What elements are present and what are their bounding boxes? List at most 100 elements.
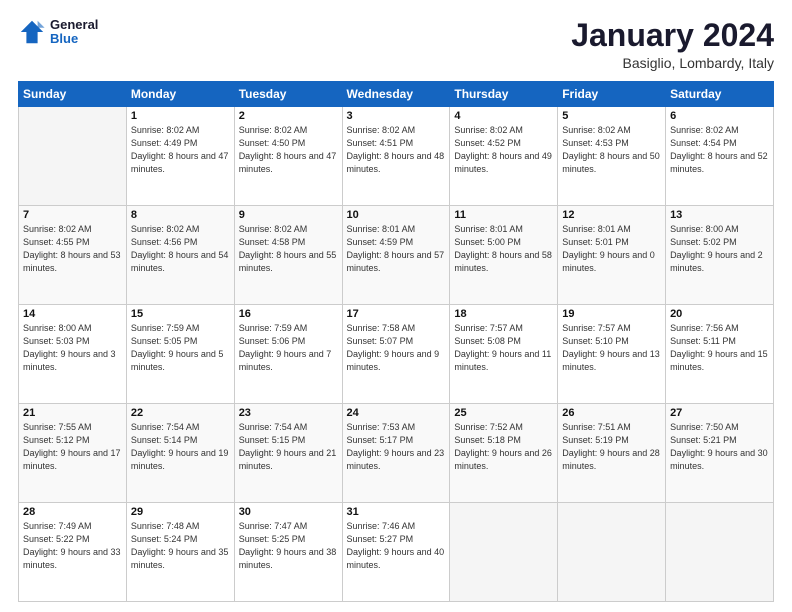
sunset-text: Sunset: 5:03 PM [23, 336, 90, 346]
sunrise-text: Sunrise: 7:58 AM [347, 323, 416, 333]
cell-info: Sunrise: 7:53 AM Sunset: 5:17 PM Dayligh… [347, 421, 446, 473]
cell-info: Sunrise: 8:02 AM Sunset: 4:53 PM Dayligh… [562, 124, 661, 176]
table-row [450, 503, 558, 602]
day-number: 31 [347, 506, 446, 518]
table-row: 3 Sunrise: 8:02 AM Sunset: 4:51 PM Dayli… [342, 107, 450, 206]
sunset-text: Sunset: 5:12 PM [23, 435, 90, 445]
sunrise-text: Sunrise: 7:53 AM [347, 422, 416, 432]
sunrise-text: Sunrise: 7:52 AM [454, 422, 523, 432]
sunset-text: Sunset: 5:27 PM [347, 534, 414, 544]
sunrise-text: Sunrise: 8:02 AM [239, 224, 308, 234]
table-row: 6 Sunrise: 8:02 AM Sunset: 4:54 PM Dayli… [666, 107, 774, 206]
daylight-text: Daylight: 9 hours and 9 minutes. [347, 349, 440, 372]
day-number: 6 [670, 110, 769, 122]
daylight-text: Daylight: 9 hours and 0 minutes. [562, 250, 655, 273]
sunrise-text: Sunrise: 7:49 AM [23, 521, 92, 531]
table-row: 20 Sunrise: 7:56 AM Sunset: 5:11 PM Dayl… [666, 305, 774, 404]
table-row: 17 Sunrise: 7:58 AM Sunset: 5:07 PM Dayl… [342, 305, 450, 404]
table-row: 27 Sunrise: 7:50 AM Sunset: 5:21 PM Dayl… [666, 404, 774, 503]
table-row: 9 Sunrise: 8:02 AM Sunset: 4:58 PM Dayli… [234, 206, 342, 305]
table-row [19, 107, 127, 206]
day-number: 4 [454, 110, 553, 122]
daylight-text: Daylight: 8 hours and 58 minutes. [454, 250, 552, 273]
cell-info: Sunrise: 8:00 AM Sunset: 5:03 PM Dayligh… [23, 322, 122, 374]
sunrise-text: Sunrise: 8:00 AM [670, 224, 739, 234]
sunset-text: Sunset: 4:49 PM [131, 138, 198, 148]
table-row: 13 Sunrise: 8:00 AM Sunset: 5:02 PM Dayl… [666, 206, 774, 305]
day-number: 15 [131, 308, 230, 320]
daylight-text: Daylight: 8 hours and 47 minutes. [131, 151, 229, 174]
sunrise-text: Sunrise: 7:57 AM [454, 323, 523, 333]
cell-info: Sunrise: 8:01 AM Sunset: 4:59 PM Dayligh… [347, 223, 446, 275]
day-number: 3 [347, 110, 446, 122]
daylight-text: Daylight: 9 hours and 11 minutes. [454, 349, 551, 372]
cell-info: Sunrise: 7:55 AM Sunset: 5:12 PM Dayligh… [23, 421, 122, 473]
day-number: 13 [670, 209, 769, 221]
day-number: 2 [239, 110, 338, 122]
sunset-text: Sunset: 5:02 PM [670, 237, 737, 247]
daylight-text: Daylight: 8 hours and 54 minutes. [131, 250, 229, 273]
table-row: 4 Sunrise: 8:02 AM Sunset: 4:52 PM Dayli… [450, 107, 558, 206]
week-row-2: 7 Sunrise: 8:02 AM Sunset: 4:55 PM Dayli… [19, 206, 774, 305]
day-number: 12 [562, 209, 661, 221]
sunrise-text: Sunrise: 8:01 AM [347, 224, 416, 234]
daylight-text: Daylight: 9 hours and 21 minutes. [239, 448, 337, 471]
sunset-text: Sunset: 4:53 PM [562, 138, 629, 148]
cell-info: Sunrise: 7:47 AM Sunset: 5:25 PM Dayligh… [239, 520, 338, 572]
col-saturday: Saturday [666, 82, 774, 107]
week-row-5: 28 Sunrise: 7:49 AM Sunset: 5:22 PM Dayl… [19, 503, 774, 602]
logo-general: General [50, 18, 98, 32]
table-row: 22 Sunrise: 7:54 AM Sunset: 5:14 PM Dayl… [126, 404, 234, 503]
cell-info: Sunrise: 7:46 AM Sunset: 5:27 PM Dayligh… [347, 520, 446, 572]
sunset-text: Sunset: 4:51 PM [347, 138, 414, 148]
daylight-text: Daylight: 8 hours and 48 minutes. [347, 151, 445, 174]
day-number: 23 [239, 407, 338, 419]
sunset-text: Sunset: 5:05 PM [131, 336, 198, 346]
cell-info: Sunrise: 8:02 AM Sunset: 4:58 PM Dayligh… [239, 223, 338, 275]
cell-info: Sunrise: 7:50 AM Sunset: 5:21 PM Dayligh… [670, 421, 769, 473]
day-number: 19 [562, 308, 661, 320]
sunset-text: Sunset: 5:00 PM [454, 237, 521, 247]
day-number: 11 [454, 209, 553, 221]
sunset-text: Sunset: 5:15 PM [239, 435, 306, 445]
col-friday: Friday [558, 82, 666, 107]
table-row [666, 503, 774, 602]
daylight-text: Daylight: 9 hours and 28 minutes. [562, 448, 660, 471]
sunset-text: Sunset: 5:08 PM [454, 336, 521, 346]
cell-info: Sunrise: 7:49 AM Sunset: 5:22 PM Dayligh… [23, 520, 122, 572]
day-number: 24 [347, 407, 446, 419]
sunrise-text: Sunrise: 8:02 AM [239, 125, 308, 135]
daylight-text: Daylight: 8 hours and 52 minutes. [670, 151, 768, 174]
sunrise-text: Sunrise: 7:50 AM [670, 422, 739, 432]
daylight-text: Daylight: 9 hours and 15 minutes. [670, 349, 768, 372]
daylight-text: Daylight: 9 hours and 7 minutes. [239, 349, 332, 372]
daylight-text: Daylight: 8 hours and 55 minutes. [239, 250, 337, 273]
month-title: January 2024 [571, 18, 774, 53]
table-row: 24 Sunrise: 7:53 AM Sunset: 5:17 PM Dayl… [342, 404, 450, 503]
table-row: 28 Sunrise: 7:49 AM Sunset: 5:22 PM Dayl… [19, 503, 127, 602]
sunrise-text: Sunrise: 8:02 AM [23, 224, 92, 234]
day-number: 25 [454, 407, 553, 419]
sunset-text: Sunset: 5:07 PM [347, 336, 414, 346]
day-number: 18 [454, 308, 553, 320]
sunrise-text: Sunrise: 7:47 AM [239, 521, 308, 531]
day-number: 26 [562, 407, 661, 419]
sunset-text: Sunset: 4:58 PM [239, 237, 306, 247]
daylight-text: Daylight: 9 hours and 5 minutes. [131, 349, 224, 372]
daylight-text: Daylight: 8 hours and 53 minutes. [23, 250, 121, 273]
sunset-text: Sunset: 5:24 PM [131, 534, 198, 544]
sunset-text: Sunset: 4:59 PM [347, 237, 414, 247]
sunset-text: Sunset: 5:14 PM [131, 435, 198, 445]
daylight-text: Daylight: 8 hours and 47 minutes. [239, 151, 337, 174]
daylight-text: Daylight: 8 hours and 49 minutes. [454, 151, 552, 174]
sunrise-text: Sunrise: 7:55 AM [23, 422, 92, 432]
cell-info: Sunrise: 8:02 AM Sunset: 4:55 PM Dayligh… [23, 223, 122, 275]
daylight-text: Daylight: 9 hours and 38 minutes. [239, 547, 337, 570]
day-number: 20 [670, 308, 769, 320]
week-row-3: 14 Sunrise: 8:00 AM Sunset: 5:03 PM Dayl… [19, 305, 774, 404]
logo-icon [18, 18, 46, 46]
page: General Blue January 2024 Basiglio, Lomb… [0, 0, 792, 612]
cell-info: Sunrise: 8:02 AM Sunset: 4:49 PM Dayligh… [131, 124, 230, 176]
table-row: 11 Sunrise: 8:01 AM Sunset: 5:00 PM Dayl… [450, 206, 558, 305]
table-row: 5 Sunrise: 8:02 AM Sunset: 4:53 PM Dayli… [558, 107, 666, 206]
